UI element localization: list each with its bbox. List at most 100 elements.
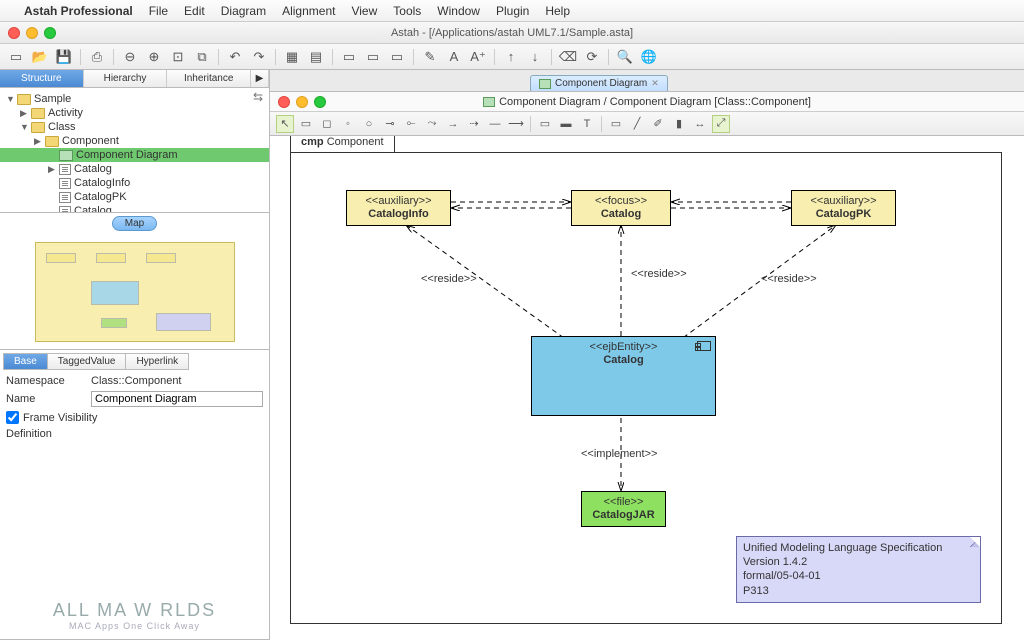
prop-framevis-checkbox[interactable] xyxy=(6,411,19,424)
zoom-out-icon[interactable]: ⊖ xyxy=(120,47,140,67)
uml-note[interactable]: Unified Modeling Language Specification … xyxy=(736,536,981,603)
folder-icon xyxy=(45,136,59,147)
freehand-tool-icon[interactable]: ✐ xyxy=(649,115,667,133)
search-icon[interactable]: 🔍 xyxy=(615,47,635,67)
structure-tree[interactable]: ⇆ ▼Sample ▶Activity ▼Class ▶Component Co… xyxy=(0,88,269,213)
tab-more[interactable]: ▶ xyxy=(251,70,269,87)
tree-node-activity[interactable]: ▶Activity xyxy=(0,106,269,120)
interface-tool-icon[interactable]: ○ xyxy=(360,115,378,133)
delete-icon[interactable]: ⌫ xyxy=(558,47,578,67)
tree-node-catalogpk[interactable]: CatalogPK xyxy=(0,190,269,204)
copy-icon[interactable]: ▭ xyxy=(387,47,407,67)
usage-tool-icon[interactable]: ⇢ xyxy=(465,115,483,133)
note-tool-icon[interactable]: ▭ xyxy=(536,115,554,133)
menu-file[interactable]: File xyxy=(149,4,168,18)
swap-icon[interactable]: ⇆ xyxy=(253,90,263,104)
menu-edit[interactable]: Edit xyxy=(184,4,205,18)
diagram-canvas[interactable]: cmp Component xyxy=(270,136,1024,640)
prop-name-input[interactable] xyxy=(91,391,263,407)
main-toolbar: ▭ 📂 💾 ⎙ ⊖ ⊕ ⊡ ⧉ ↶ ↷ ▦ ▤ ▭ ▭ ▭ ✎ A A⁺ ↑ ↓… xyxy=(0,44,1024,70)
realization-tool-icon[interactable]: → xyxy=(444,115,462,133)
redo-icon[interactable]: ↷ xyxy=(249,47,269,67)
print-icon[interactable]: ⎙ xyxy=(87,47,107,67)
system-menubar: Astah Professional File Edit Diagram Ali… xyxy=(0,0,1024,22)
pane-zoom-button[interactable] xyxy=(314,96,326,108)
menu-view[interactable]: View xyxy=(351,4,377,18)
diagram-icon xyxy=(59,150,73,161)
tree-node-catalog2[interactable]: Catalog xyxy=(0,204,269,213)
guide-icon[interactable]: ▤ xyxy=(306,47,326,67)
refresh-icon[interactable]: ⟳ xyxy=(582,47,602,67)
part-tool-icon[interactable]: ◻ xyxy=(318,115,336,133)
fit-tool-icon[interactable]: ⤢ xyxy=(712,115,730,133)
node-catalogpk[interactable]: <<auxiliary>> CatalogPK xyxy=(791,190,896,226)
pane-close-button[interactable] xyxy=(278,96,290,108)
association-tool-icon[interactable]: ⟶ xyxy=(507,115,525,133)
proptab-hyperlink[interactable]: Hyperlink xyxy=(125,353,189,370)
node-cataloginfo[interactable]: <<auxiliary>> CatalogInfo xyxy=(346,190,451,226)
font-icon[interactable]: A⁺ xyxy=(468,47,488,67)
close-tab-icon[interactable]: ✕ xyxy=(651,78,659,89)
tree-node-class[interactable]: ▼Class xyxy=(0,120,269,134)
export-icon[interactable]: ▭ xyxy=(363,47,383,67)
save-file-icon[interactable]: 💾 xyxy=(54,47,74,67)
tab-inheritance[interactable]: Inheritance xyxy=(167,70,251,87)
rect-tool-icon[interactable]: ▭ xyxy=(607,115,625,133)
dependency-tool-icon[interactable]: ⤳ xyxy=(423,115,441,133)
menu-diagram[interactable]: Diagram xyxy=(221,4,266,18)
tab-structure[interactable]: Structure xyxy=(0,70,84,87)
tree-node-sample[interactable]: ▼Sample xyxy=(0,92,269,106)
tree-node-catalog[interactable]: ▶Catalog xyxy=(0,162,269,176)
pane-minimize-button[interactable] xyxy=(296,96,308,108)
noteanchor-tool-icon[interactable]: ▬ xyxy=(557,115,575,133)
window-close-button[interactable] xyxy=(8,27,20,39)
arrow-up-icon[interactable]: ↑ xyxy=(501,47,521,67)
export-image-icon[interactable]: ▭ xyxy=(339,47,359,67)
app-name[interactable]: Astah Professional xyxy=(24,4,133,18)
toolbar-separator xyxy=(551,49,552,65)
port-tool-icon[interactable]: ◦ xyxy=(339,115,357,133)
map-badge[interactable]: Map xyxy=(112,216,157,231)
node-ejbentity[interactable]: <<ejbEntity>> Catalog xyxy=(531,336,716,416)
text-tool-icon[interactable]: T xyxy=(578,115,596,133)
highlighter-tool-icon[interactable]: ▮ xyxy=(670,115,688,133)
arrow-down-icon[interactable]: ↓ xyxy=(525,47,545,67)
open-file-icon[interactable]: 📂 xyxy=(30,47,50,67)
zoom-select-icon[interactable]: ⧉ xyxy=(192,47,212,67)
tree-node-cataloginfo[interactable]: CatalogInfo xyxy=(0,176,269,190)
minimap[interactable] xyxy=(35,242,235,342)
tab-hierarchy[interactable]: Hierarchy xyxy=(84,70,168,87)
component-tool-icon[interactable]: ▭ xyxy=(297,115,315,133)
required-tool-icon[interactable]: ⟜ xyxy=(402,115,420,133)
menu-tools[interactable]: Tools xyxy=(393,4,421,18)
menu-plugin[interactable]: Plugin xyxy=(496,4,529,18)
toolbar-separator xyxy=(494,49,495,65)
window-minimize-button[interactable] xyxy=(26,27,38,39)
grid-icon[interactable]: ▦ xyxy=(282,47,302,67)
new-file-icon[interactable]: ▭ xyxy=(6,47,26,67)
node-catalog[interactable]: <<focus>> Catalog xyxy=(571,190,671,226)
toolbar-separator xyxy=(413,49,414,65)
connector-tool-icon[interactable]: — xyxy=(486,115,504,133)
network-icon[interactable]: 🌐 xyxy=(639,47,659,67)
edit-icon[interactable]: ✎ xyxy=(420,47,440,67)
menu-help[interactable]: Help xyxy=(545,4,570,18)
tree-node-component-diagram[interactable]: Component Diagram xyxy=(0,148,269,162)
pointer-tool-icon[interactable]: ↖ xyxy=(276,115,294,133)
proptab-base[interactable]: Base xyxy=(3,353,48,370)
tree-node-component[interactable]: ▶Component xyxy=(0,134,269,148)
line-tool-icon[interactable]: ╱ xyxy=(628,115,646,133)
diagram-tab[interactable]: Component Diagram ✕ xyxy=(530,75,668,91)
menu-alignment[interactable]: Alignment xyxy=(282,4,335,18)
folder-icon xyxy=(31,108,45,119)
text-icon[interactable]: A xyxy=(444,47,464,67)
proptab-tagged[interactable]: TaggedValue xyxy=(48,353,126,370)
zoom-in-icon[interactable]: ⊕ xyxy=(144,47,164,67)
zoom-fit-icon[interactable]: ⊡ xyxy=(168,47,188,67)
resize-tool-icon[interactable]: ↔ xyxy=(691,115,709,133)
undo-icon[interactable]: ↶ xyxy=(225,47,245,67)
menu-window[interactable]: Window xyxy=(437,4,480,18)
window-zoom-button[interactable] xyxy=(44,27,56,39)
provided-tool-icon[interactable]: ⊸ xyxy=(381,115,399,133)
node-catalogjar[interactable]: <<file>> CatalogJAR xyxy=(581,491,666,527)
